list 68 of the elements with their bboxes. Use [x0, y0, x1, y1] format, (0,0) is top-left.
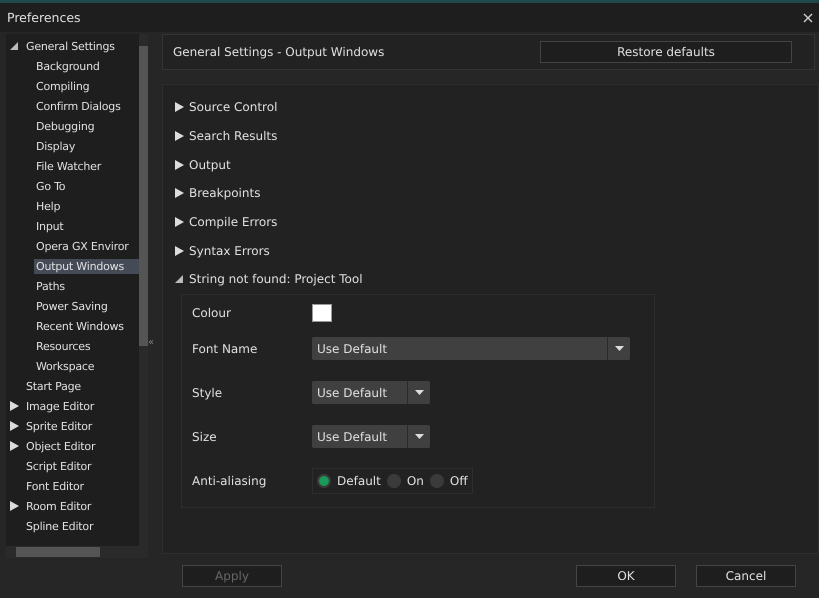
tree-item[interactable]: Background	[34, 58, 102, 74]
tree-item[interactable]: Compiling	[34, 78, 92, 94]
tree-item[interactable]: Sprite Editor	[24, 418, 94, 434]
vertical-scrollbar[interactable]	[139, 34, 148, 546]
collapse-arrow-icon[interactable]	[175, 274, 184, 284]
restore-defaults-button[interactable]: Restore defaults	[540, 41, 792, 63]
caret-icon	[614, 346, 624, 352]
collapse-arrow-icon[interactable]	[10, 41, 19, 51]
tree-item[interactable]: Resources	[34, 338, 92, 354]
horizontal-scrollbar[interactable]	[6, 546, 148, 558]
tree-item[interactable]: Opera GX Enviror	[34, 238, 131, 254]
section-header[interactable]: Source Control	[189, 100, 278, 114]
tree-item[interactable]: File Watcher	[34, 158, 104, 174]
tree-item[interactable]: Debugging	[34, 118, 96, 134]
dialog-button[interactable]: Cancel	[696, 565, 796, 587]
expand-arrow-icon[interactable]	[175, 102, 184, 112]
expand-arrow-icon[interactable]	[175, 188, 184, 198]
tree-item[interactable]: Recent Windows	[34, 318, 126, 334]
expand-arrow-icon[interactable]	[10, 421, 19, 431]
section-header[interactable]: Breakpoints	[189, 186, 260, 200]
colour-swatch[interactable]	[312, 304, 332, 322]
field-label: Anti-aliasing	[192, 474, 268, 488]
radio-option[interactable]: Off	[430, 474, 468, 488]
tree-item[interactable]: Workspace	[34, 358, 96, 374]
expand-arrow-icon[interactable]	[175, 131, 184, 142]
caret-icon	[414, 434, 424, 440]
tree-item[interactable]: Input	[34, 218, 66, 234]
field-label: Size	[192, 430, 218, 444]
dropdown[interactable]: Use Default	[312, 425, 430, 448]
field-label: Font Name	[192, 342, 258, 356]
section-header[interactable]: Output	[189, 158, 231, 172]
tree-item[interactable]: Go To	[34, 178, 68, 194]
section-header[interactable]: String not found: Project Tool	[189, 272, 363, 286]
section-header[interactable]: Search Results	[189, 129, 278, 144]
dropdown[interactable]: Use Default	[312, 381, 430, 404]
section-header[interactable]: Syntax Errors	[189, 244, 270, 258]
tree-item[interactable]: Font Editor	[24, 478, 86, 494]
dropdown[interactable]: Use Default	[312, 337, 630, 360]
tree-item[interactable]: Start Page	[24, 378, 83, 394]
radio-option[interactable]: Default	[317, 474, 381, 488]
tree-item[interactable]: Script Editor	[24, 458, 94, 474]
section-header[interactable]: Compile Errors	[189, 215, 278, 230]
expand-arrow-icon[interactable]	[10, 501, 19, 511]
field-label: Style	[192, 386, 224, 400]
collapse-handle[interactable]: «	[148, 337, 154, 348]
expand-arrow-icon[interactable]	[10, 401, 19, 411]
tree-item[interactable]: General Settings	[24, 38, 117, 54]
tree-item[interactable]: Paths	[34, 278, 67, 294]
field-label: Colour	[192, 306, 232, 320]
tree-item[interactable]: Room Editor	[24, 498, 94, 514]
tree-item[interactable]: Confirm Dialogs	[34, 98, 123, 114]
page-title: General Settings - Output Windows	[173, 45, 384, 59]
radio-option[interactable]: On	[386, 474, 424, 488]
tree-item[interactable]: Help	[34, 198, 62, 214]
tree-item[interactable]: Spline Editor	[24, 518, 96, 534]
expand-arrow-icon[interactable]	[175, 160, 184, 170]
expand-arrow-icon[interactable]	[175, 217, 184, 228]
tree-item[interactable]: Output Windows	[34, 258, 139, 274]
expand-arrow-icon[interactable]	[175, 246, 184, 256]
tree-item[interactable]: Image Editor	[24, 398, 96, 414]
window-title: Preferences	[7, 10, 81, 25]
tree-item[interactable]: Power Saving	[34, 298, 110, 314]
dialog-button[interactable]: OK	[576, 565, 676, 587]
tree-item[interactable]: Display	[34, 138, 78, 154]
tree-item[interactable]: Object Editor	[24, 438, 98, 454]
close-icon[interactable]	[803, 12, 813, 22]
caret-icon	[414, 390, 424, 396]
expand-arrow-icon[interactable]	[10, 441, 19, 451]
